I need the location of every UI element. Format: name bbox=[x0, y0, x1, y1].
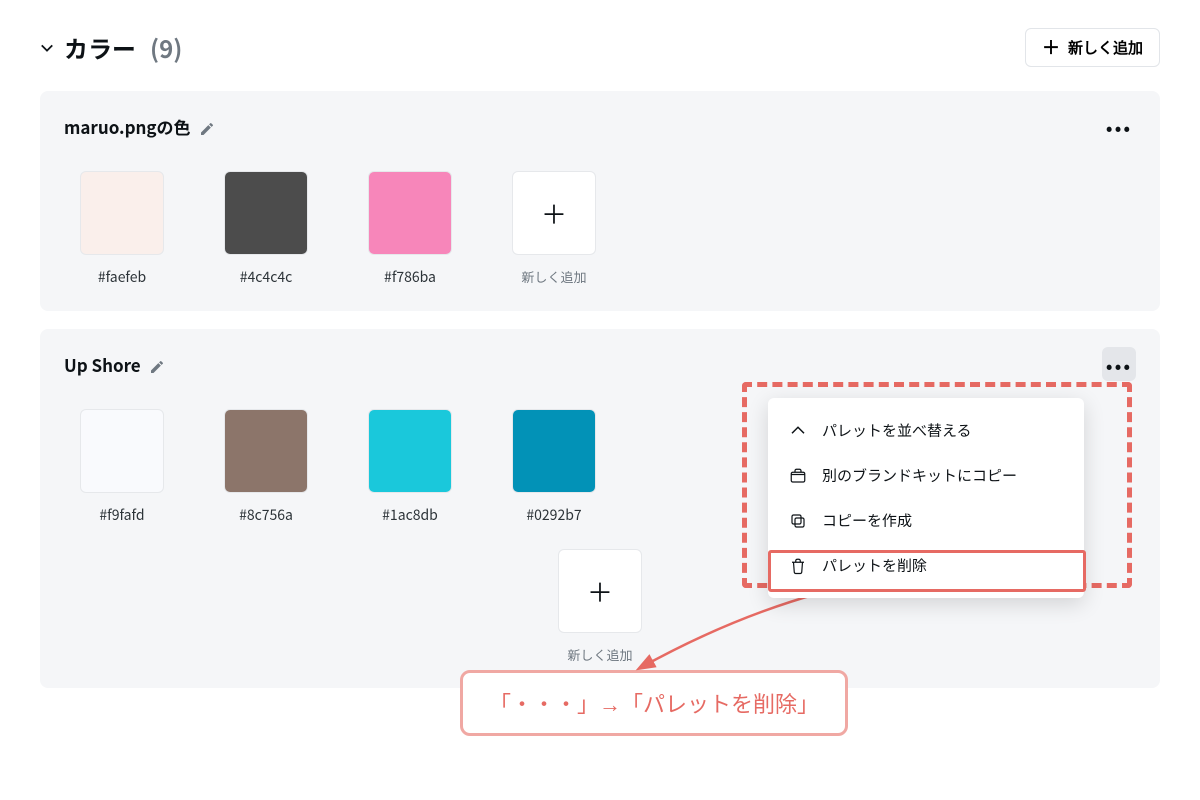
swatch-label: #1ac8db bbox=[382, 505, 438, 525]
plus-icon: ＋ bbox=[541, 195, 567, 232]
section-header: カラー (9) ＋ 新しく追加 bbox=[40, 28, 1160, 67]
color-swatch[interactable] bbox=[368, 409, 452, 493]
pencil-icon[interactable] bbox=[199, 118, 215, 134]
add-new-button[interactable]: ＋ 新しく追加 bbox=[1025, 28, 1160, 67]
plus-icon: ＋ bbox=[1042, 39, 1060, 57]
palette-name-wrap: Up Shore bbox=[64, 352, 165, 377]
swatch-label: #faefeb bbox=[98, 267, 146, 287]
swatch-item: #8c756a bbox=[224, 409, 308, 525]
menu-item-copy-to-brand[interactable]: 別のブランドキットにコピー bbox=[768, 453, 1084, 498]
menu-item-label: パレットを削除 bbox=[822, 555, 927, 576]
palette-name-wrap: maruo.pngの色 bbox=[64, 114, 215, 139]
swatch-item: #1ac8db bbox=[368, 409, 452, 525]
swatch-item: #0292b7 bbox=[512, 409, 596, 525]
menu-item-label: コピーを作成 bbox=[822, 510, 912, 531]
plus-icon: ＋ bbox=[587, 573, 613, 610]
brand-kit-icon bbox=[788, 466, 808, 486]
add-color-button[interactable]: ＋ bbox=[512, 171, 596, 255]
swatch-item: #f786ba bbox=[368, 171, 452, 287]
swatch-item: #f9fafd bbox=[80, 409, 164, 525]
palette-more-button[interactable]: ••• bbox=[1102, 347, 1136, 381]
menu-item-delete[interactable]: パレットを削除 bbox=[768, 543, 1084, 588]
dots-icon: ••• bbox=[1106, 350, 1132, 379]
swatch-label: #8c756a bbox=[239, 505, 293, 525]
add-new-label: 新しく追加 bbox=[1068, 37, 1143, 58]
color-swatch[interactable] bbox=[368, 171, 452, 255]
menu-item-duplicate[interactable]: コピーを作成 bbox=[768, 498, 1084, 543]
swatch-label: #0292b7 bbox=[526, 505, 581, 525]
swatch-item: ＋ 新しく追加 bbox=[512, 171, 596, 287]
swatch-label: #f9fafd bbox=[99, 505, 144, 525]
add-color-label: 新しく追加 bbox=[521, 267, 586, 286]
swatch-label: #4c4c4c bbox=[240, 267, 293, 287]
dots-icon: ••• bbox=[1106, 112, 1132, 141]
swatch-item: #faefeb bbox=[80, 171, 164, 287]
palette-context-menu: パレットを並べ替える 別のブランドキットにコピー コピーを作成 パレットを削除 bbox=[768, 398, 1084, 598]
color-swatch[interactable] bbox=[80, 409, 164, 493]
palette-header: maruo.pngの色 ••• bbox=[40, 91, 1160, 157]
swatch-label: #f786ba bbox=[384, 267, 436, 287]
palette-name: maruo.pngの色 bbox=[64, 114, 191, 139]
add-color-label: 新しく追加 bbox=[567, 645, 632, 664]
section-title-wrap[interactable]: カラー (9) bbox=[40, 30, 182, 65]
pencil-icon[interactable] bbox=[149, 356, 165, 372]
menu-item-label: パレットを並べ替える bbox=[822, 420, 972, 441]
chevron-down-icon bbox=[40, 41, 54, 55]
menu-item-reorder[interactable]: パレットを並べ替える bbox=[768, 408, 1084, 453]
chevron-up-icon bbox=[788, 421, 808, 441]
color-swatch[interactable] bbox=[80, 171, 164, 255]
palette-more-button[interactable]: ••• bbox=[1102, 109, 1136, 143]
menu-item-label: 別のブランドキットにコピー bbox=[822, 465, 1017, 486]
annotation-text: 「・・・」→「パレットを削除」 bbox=[460, 670, 848, 736]
palette-card: maruo.pngの色 ••• #faefeb #4c4c4c #f786ba … bbox=[40, 91, 1160, 311]
swatch-item: #4c4c4c bbox=[224, 171, 308, 287]
add-color-button[interactable]: ＋ bbox=[558, 549, 642, 633]
section-title: カラー bbox=[64, 30, 136, 65]
trash-icon bbox=[788, 556, 808, 576]
color-swatch[interactable] bbox=[512, 409, 596, 493]
color-swatch[interactable] bbox=[224, 171, 308, 255]
color-swatch[interactable] bbox=[224, 409, 308, 493]
section-count: (9) bbox=[150, 30, 182, 65]
palette-name: Up Shore bbox=[64, 352, 141, 377]
swatch-list: #faefeb #4c4c4c #f786ba ＋ 新しく追加 bbox=[40, 157, 1160, 311]
palette-header: Up Shore ••• bbox=[40, 329, 1160, 395]
copy-icon bbox=[788, 511, 808, 531]
